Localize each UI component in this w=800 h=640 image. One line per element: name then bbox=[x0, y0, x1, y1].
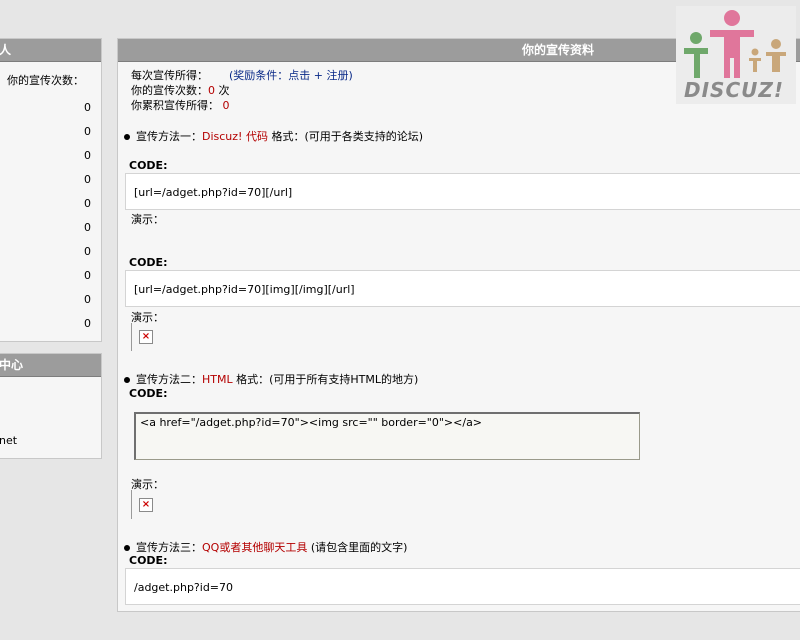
method3-name: QQ或者其他聊天工具 bbox=[202, 541, 308, 554]
stats-column-label: 你的宣传次数： bbox=[7, 74, 84, 87]
bullet-icon bbox=[124, 545, 130, 551]
total-line: 你累积宣传所得： 0 bbox=[131, 97, 230, 113]
method2-name: HTML bbox=[202, 373, 233, 386]
stats-row: 0 bbox=[84, 269, 91, 282]
stats-panel: 人 你的宣传次数： 0 0 0 0 0 0 0 0 0 0 bbox=[0, 38, 102, 342]
method1-suffix: 格式：(可用于各类支持的论坛) bbox=[271, 130, 424, 143]
count-label: 你的宣传次数： bbox=[131, 84, 208, 97]
stats-row: 0 bbox=[84, 245, 91, 258]
bullet-icon bbox=[124, 134, 130, 140]
promotion-panel: 你的宣传资料 每次宣传所得： (奖励条件：点击 + 注册) 你的宣传次数：0 次… bbox=[117, 38, 800, 612]
broken-image-icon: × bbox=[139, 498, 153, 512]
total-value: 0 bbox=[222, 99, 230, 112]
broken-image-icon: × bbox=[139, 330, 153, 344]
html-code-textarea[interactable]: <a href="/adget.php?id=70"><img src="" b… bbox=[134, 412, 640, 460]
reward-label: 每次宣传所得： bbox=[131, 69, 208, 82]
reward-conditions-link[interactable]: (奖励条件：点击 + 注册) bbox=[229, 69, 353, 82]
count-line: 你的宣传次数：0 次 bbox=[131, 82, 230, 98]
stats-row: 0 bbox=[84, 149, 91, 162]
code-label: CODE: bbox=[129, 554, 168, 567]
code-box-1[interactable]: [url=/adget.php?id=70][/url] bbox=[125, 173, 800, 210]
stats-panel-header: 人 bbox=[0, 39, 101, 62]
code-box-3[interactable]: /adget.php?id=70 bbox=[125, 568, 800, 605]
stats-row: 0 bbox=[84, 101, 91, 114]
method2-heading: 宣传方法二：HTML 格式：(可用于所有支持HTML的地方) bbox=[124, 371, 418, 387]
demo-divider bbox=[131, 490, 132, 519]
method1-name: Discuz! 代码 bbox=[202, 130, 268, 143]
discuz-logo: DISCUZ! bbox=[676, 6, 796, 104]
total-label: 你累积宣传所得： bbox=[131, 99, 219, 112]
method3-heading: 宣传方法三：QQ或者其他聊天工具 (请包含里面的文字) bbox=[124, 539, 407, 555]
method2-prefix: 宣传方法二： bbox=[136, 373, 202, 386]
method1-prefix: 宣传方法一： bbox=[136, 130, 202, 143]
method3-prefix: 宣传方法三： bbox=[136, 541, 202, 554]
stats-row: 0 bbox=[84, 197, 91, 210]
method3-suffix: (请包含里面的文字) bbox=[310, 541, 408, 554]
count-unit: 次 bbox=[218, 84, 230, 97]
stats-row: 0 bbox=[84, 317, 91, 330]
code-label: CODE: bbox=[129, 387, 168, 400]
demo-label: 演示： bbox=[131, 213, 164, 226]
bullet-icon bbox=[124, 377, 130, 383]
code-label: CODE: bbox=[129, 159, 168, 172]
code-box-2[interactable]: [url=/adget.php?id=70][img][/img][/url] bbox=[125, 270, 800, 307]
stats-row: 0 bbox=[84, 125, 91, 138]
stats-row: 0 bbox=[84, 293, 91, 306]
demo-label: 演示： bbox=[131, 478, 164, 491]
reward-line: 每次宣传所得： (奖励条件：点击 + 注册) bbox=[131, 67, 353, 83]
method2-suffix: 格式：(可用于所有支持HTML的地方) bbox=[236, 373, 419, 386]
menu-item[interactable]: net bbox=[0, 434, 17, 447]
menu-panel: 中心 net bbox=[0, 353, 102, 459]
demo-label: 演示： bbox=[131, 311, 164, 324]
stats-rows: 0 0 0 0 0 0 0 0 0 0 bbox=[0, 96, 91, 336]
demo-divider bbox=[131, 323, 132, 351]
menu-panel-header: 中心 bbox=[0, 354, 101, 377]
method1-heading: 宣传方法一：Discuz! 代码 格式：(可用于各类支持的论坛) bbox=[124, 128, 423, 144]
code-label: CODE: bbox=[129, 256, 168, 269]
logo-text: DISCUZ! bbox=[684, 78, 784, 102]
stats-row: 0 bbox=[84, 173, 91, 186]
stats-row: 0 bbox=[84, 221, 91, 234]
count-value: 0 bbox=[208, 84, 215, 97]
